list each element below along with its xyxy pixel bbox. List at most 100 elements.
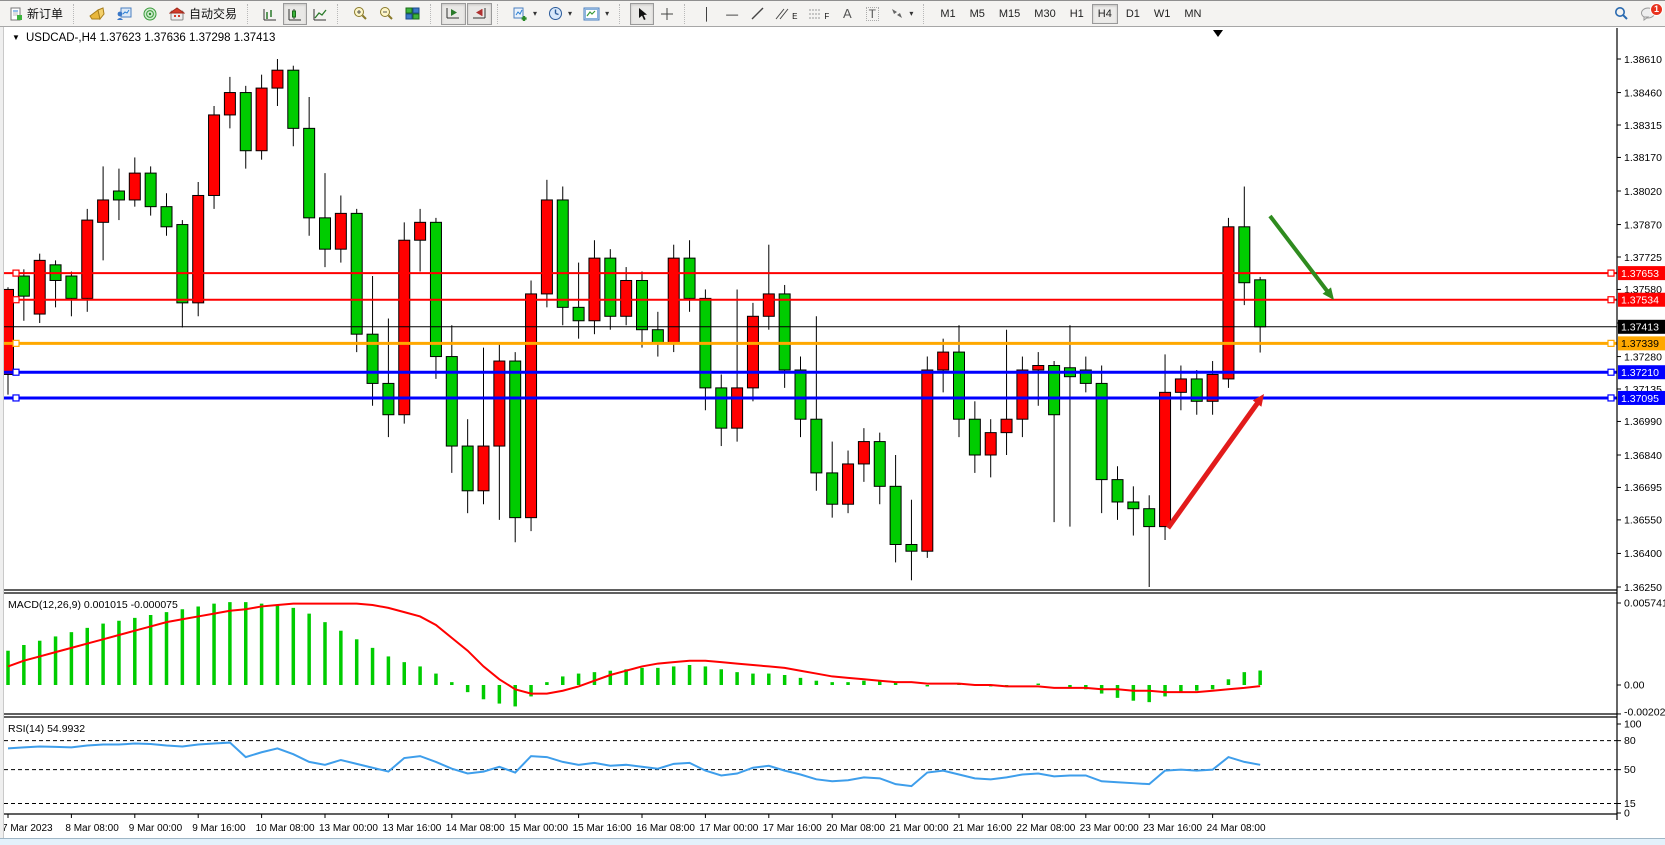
timeframe-M30[interactable]: M30 — [1028, 4, 1061, 24]
line-handle[interactable] — [1608, 340, 1614, 346]
search-icon — [1614, 6, 1629, 21]
cursor-button[interactable] — [630, 3, 654, 25]
text-icon: A — [843, 7, 852, 20]
line-handle[interactable] — [1608, 270, 1614, 276]
candlestick-icon — [288, 7, 302, 21]
price-tick-label: 1.36550 — [1624, 515, 1662, 527]
price-tick-label: 1.38315 — [1624, 120, 1662, 132]
bar-chart-button[interactable] — [258, 3, 282, 25]
candle-body — [177, 225, 188, 303]
arrows-button[interactable]: ▾ — [885, 3, 918, 25]
time-label: 23 Mar 16:00 — [1143, 823, 1202, 834]
horizontal-line-button[interactable]: — — [720, 3, 744, 25]
line-chart-icon — [313, 7, 327, 21]
line-handle[interactable] — [1608, 297, 1614, 303]
price-label-1.37339: 1.37339 — [1618, 336, 1665, 350]
equidistant-channel-button[interactable]: E — [770, 3, 802, 25]
new-order-button[interactable]: 新订单 — [4, 3, 68, 25]
candle-body — [272, 70, 283, 88]
price-tick-label: 1.36400 — [1624, 548, 1662, 560]
candlestick-chart-button[interactable] — [283, 3, 307, 25]
price-label-1.37653: 1.37653 — [1618, 266, 1665, 280]
text-button[interactable]: A — [835, 3, 859, 25]
auto-trading-label: 自动交易 — [189, 5, 237, 22]
text-label-button[interactable]: T — [860, 3, 884, 25]
candle-body — [367, 334, 378, 383]
new-chart-icon — [513, 7, 528, 21]
line-handle[interactable] — [13, 297, 19, 303]
candle-body — [1223, 227, 1234, 379]
time-label: 7 Mar 2023 — [2, 823, 53, 834]
user-chart-icon — [116, 7, 132, 21]
candle-body — [98, 200, 109, 222]
timeframe-M15[interactable]: M15 — [993, 4, 1026, 24]
chevron-down-icon: ▾ — [533, 9, 537, 18]
time-label: 9 Mar 00:00 — [129, 823, 183, 834]
price-label-1.37534: 1.37534 — [1618, 293, 1665, 307]
line-handle[interactable] — [13, 369, 19, 375]
candle-body — [34, 260, 45, 314]
svg-text:1.37339: 1.37339 — [1621, 338, 1659, 350]
timeframe-M1[interactable]: M1 — [934, 4, 961, 24]
candle-body — [3, 289, 14, 374]
line-handle[interactable] — [1608, 369, 1614, 375]
line-handle[interactable] — [1608, 395, 1614, 401]
notification-badge: 1 — [1650, 3, 1663, 16]
price-tick-label: 1.37280 — [1624, 351, 1662, 363]
auto-scroll-button[interactable] — [441, 3, 466, 25]
new-chart-button[interactable]: ▾ — [508, 3, 542, 25]
candle-body — [224, 93, 235, 115]
timeframe-M5[interactable]: M5 — [964, 4, 991, 24]
chevron-down-icon: ▾ — [909, 9, 913, 18]
vertical-line-button[interactable]: │ — [695, 3, 719, 25]
time-label: 16 Mar 08:00 — [636, 823, 695, 834]
channel-icon — [775, 7, 791, 20]
price-tick-label: 1.38610 — [1624, 54, 1662, 66]
time-label: 21 Mar 00:00 — [890, 823, 949, 834]
search-button[interactable] — [1609, 3, 1634, 25]
chart-menu-icon[interactable]: ▼ — [12, 33, 20, 42]
crosshair-button[interactable] — [655, 3, 679, 25]
rsi-axis-label: 50 — [1624, 764, 1636, 776]
auto-trading-button[interactable]: 自动交易 — [164, 3, 242, 25]
macd-label: MACD(12,26,9) 0.001015 -0.000075 — [8, 599, 178, 611]
chart-shift-button[interactable] — [467, 3, 492, 25]
tile-windows-button[interactable] — [400, 3, 425, 25]
trendline-button[interactable] — [745, 3, 769, 25]
signals-button[interactable] — [138, 3, 163, 25]
template-icon — [583, 7, 600, 21]
rsi-axis-label: 100 — [1624, 719, 1642, 731]
templates-button[interactable]: ▾ — [578, 3, 614, 25]
toolbar-separator — [497, 4, 504, 24]
line-chart-button[interactable] — [308, 3, 332, 25]
zoom-out-button[interactable] — [374, 3, 399, 25]
timeframe-MN[interactable]: MN — [1178, 4, 1207, 24]
timeframe-H4[interactable]: H4 — [1092, 4, 1118, 24]
candle-body — [827, 473, 838, 504]
fibonacci-button[interactable]: F — [803, 3, 834, 25]
candle-body — [145, 173, 156, 207]
candle-body — [637, 280, 648, 329]
timeframe-group: M1M5M15M30H1H4D1W1MN — [934, 4, 1207, 24]
zoom-in-button[interactable] — [348, 3, 373, 25]
candle-body — [843, 464, 854, 504]
line-handle[interactable] — [13, 270, 19, 276]
candle-body — [938, 352, 949, 370]
community-button[interactable] — [111, 3, 137, 25]
alerts-button[interactable] — [84, 3, 110, 25]
timeframe-D1[interactable]: D1 — [1120, 4, 1146, 24]
chat-button[interactable]: 1 — [1635, 3, 1661, 25]
price-chart-canvas[interactable]: 1.386101.384601.383151.381701.380201.378… — [0, 0, 1665, 845]
line-handle[interactable] — [13, 340, 19, 346]
time-label: 21 Mar 16:00 — [953, 823, 1012, 834]
time-label: 23 Mar 00:00 — [1080, 823, 1139, 834]
line-handle[interactable] — [13, 395, 19, 401]
toolbar-separator — [923, 4, 930, 24]
chevron-down-icon: ▾ — [568, 9, 572, 18]
candle-body — [193, 195, 204, 302]
candle-body — [399, 240, 410, 415]
periods-button[interactable]: ▾ — [543, 3, 577, 25]
candle-body — [1033, 366, 1044, 370]
timeframe-H1[interactable]: H1 — [1064, 4, 1090, 24]
timeframe-W1[interactable]: W1 — [1148, 4, 1177, 24]
